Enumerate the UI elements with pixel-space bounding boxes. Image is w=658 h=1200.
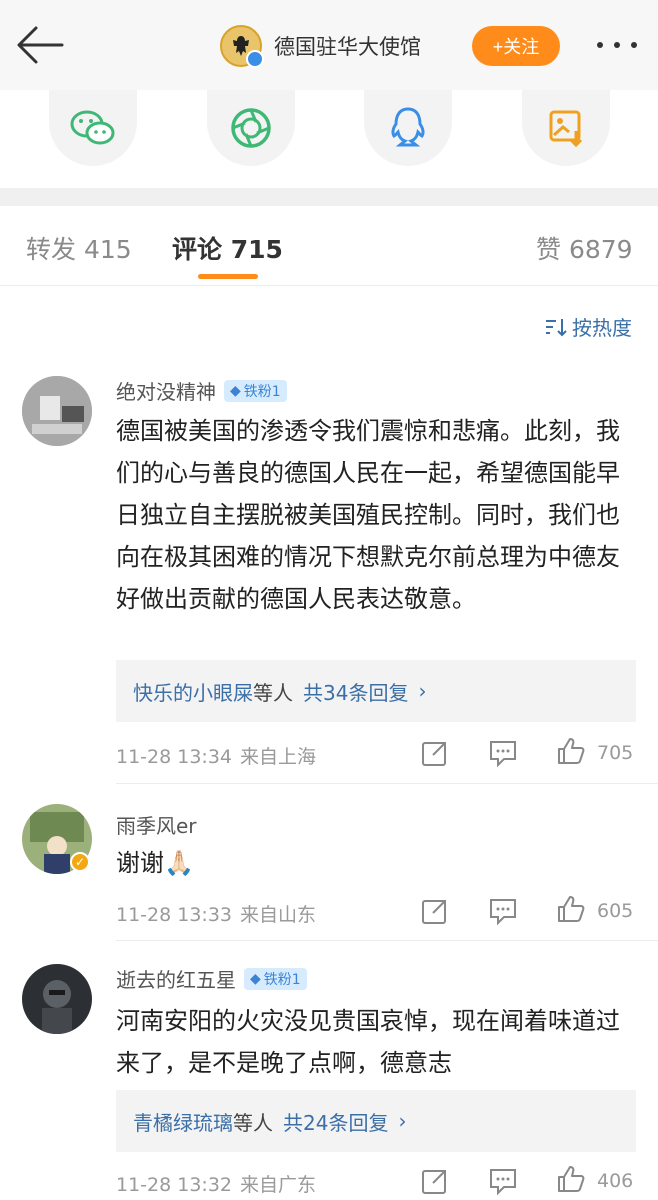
emblem-avatar[interactable] (220, 25, 264, 68)
verified-icon (246, 50, 264, 68)
like-icon[interactable] (556, 894, 586, 924)
reply-username: 快乐的小眼屎 (133, 680, 253, 705)
user-avatar[interactable] (22, 964, 92, 1034)
comment-text: 河南安阳的火灾没见贵国哀悼，现在闻着味道过来了，是不是晚了点啊，德意志 (116, 1007, 620, 1077)
wechat-icon[interactable] (49, 90, 137, 166)
share-icon[interactable] (420, 1166, 450, 1196)
qq-icon[interactable] (364, 90, 452, 166)
tab-likes-count: 6879 (568, 235, 633, 264)
comment-username: 绝对没精神 (116, 380, 216, 404)
tab-reposts-count: 415 (83, 235, 132, 264)
comment-divider (116, 783, 658, 784)
diamond-icon: ◆ (250, 970, 261, 987)
follow-button[interactable]: +关注 (472, 26, 560, 66)
reply-count: 共24条回复 (283, 1110, 389, 1135)
reply-icon[interactable] (488, 1166, 518, 1196)
fan-badge: ◆ 铁粉1 (244, 967, 307, 990)
replies-preview[interactable]: 快乐的小眼屎 等人 共34条回复 › (116, 660, 636, 722)
top-bar: 德国驻华大使馆 +关注 (0, 0, 658, 90)
comment-meta: 11-28 13:33 来自山东 (116, 900, 316, 927)
tab-likes-label: 赞 (536, 235, 562, 264)
like-count: 705 (597, 742, 634, 764)
share-icon[interactable] (420, 738, 450, 768)
tab-comments[interactable]: 评论 715 (172, 230, 283, 266)
save-image-icon[interactable] (522, 90, 610, 166)
sort-button[interactable]: 按热度 (544, 312, 632, 341)
fan-badge-label: 铁粉1 (243, 383, 281, 400)
comment-time: 11-28 13:34 (116, 746, 233, 768)
back-arrow-icon[interactable] (14, 22, 66, 68)
like-count: 406 (597, 1170, 634, 1192)
sort-label: 按热度 (572, 316, 632, 340)
tab-reposts-label: 转发 (26, 235, 77, 264)
tab-comments-label: 评论 (172, 235, 223, 264)
chevron-right-icon: › (418, 679, 427, 703)
comment-username: 雨季风er (116, 814, 197, 838)
like-icon[interactable] (556, 736, 586, 766)
more-icon[interactable] (592, 30, 642, 60)
comment-time: 11-28 13:32 (116, 1174, 233, 1196)
comment-meta: 11-28 13:32 来自广东 (116, 1170, 316, 1197)
account-name: 德国驻华大使馆 (274, 35, 421, 59)
active-tab-indicator (198, 274, 258, 279)
chevron-right-icon: › (398, 1109, 407, 1133)
tab-bar: 转发 415 评论 715 赞 6879 (0, 206, 658, 286)
comment-text: 谢谢🙏🏻 (116, 849, 194, 877)
tab-likes[interactable]: 赞 6879 (536, 230, 633, 266)
comment-location: 来自广东 (240, 1174, 317, 1196)
tab-comments-count: 715 (230, 235, 283, 264)
section-divider (0, 188, 658, 206)
comment-username-row[interactable]: 逝去的红五星 ◆ 铁粉1 (116, 964, 307, 993)
fan-badge: ◆ 铁粉1 (224, 379, 287, 402)
verified-badge-icon: ✓ (70, 852, 90, 872)
comment-username-row[interactable]: 绝对没精神 ◆ 铁粉1 (116, 376, 287, 405)
tab-reposts[interactable]: 转发 415 (26, 230, 132, 266)
comment-location: 来自上海 (240, 746, 317, 768)
moments-icon[interactable] (207, 90, 295, 166)
account-header[interactable]: 德国驻华大使馆 (220, 23, 421, 69)
reply-username: 青橘绿琉璃 (133, 1110, 233, 1135)
like-count: 605 (597, 900, 634, 922)
reply-icon[interactable] (488, 738, 518, 768)
like-icon[interactable] (556, 1164, 586, 1194)
replies-preview[interactable]: 青橘绿琉璃 等人 共24条回复 › (116, 1090, 636, 1152)
user-avatar[interactable] (22, 376, 92, 446)
comment-divider (116, 940, 658, 941)
reply-icon[interactable] (488, 896, 518, 926)
comment-meta: 11-28 13:34 来自上海 (116, 742, 316, 769)
comment-time: 11-28 13:33 (116, 904, 233, 926)
diamond-icon: ◆ (230, 382, 241, 399)
comment-username: 逝去的红五星 (116, 968, 236, 992)
reply-count: 共34条回复 (303, 680, 409, 705)
reply-others: 等人 (253, 680, 293, 705)
sort-icon (546, 318, 567, 336)
reply-others: 等人 (233, 1110, 273, 1135)
share-row (0, 90, 658, 188)
comment-username-row[interactable]: 雨季风er (116, 810, 197, 839)
comment-location: 来自山东 (240, 904, 317, 926)
fan-badge-label: 铁粉1 (263, 971, 301, 988)
comment-text: 德国被美国的渗透令我们震惊和悲痛。此刻，我们的心与善良的德国人民在一起，希望德国… (116, 417, 620, 613)
share-icon[interactable] (420, 896, 450, 926)
